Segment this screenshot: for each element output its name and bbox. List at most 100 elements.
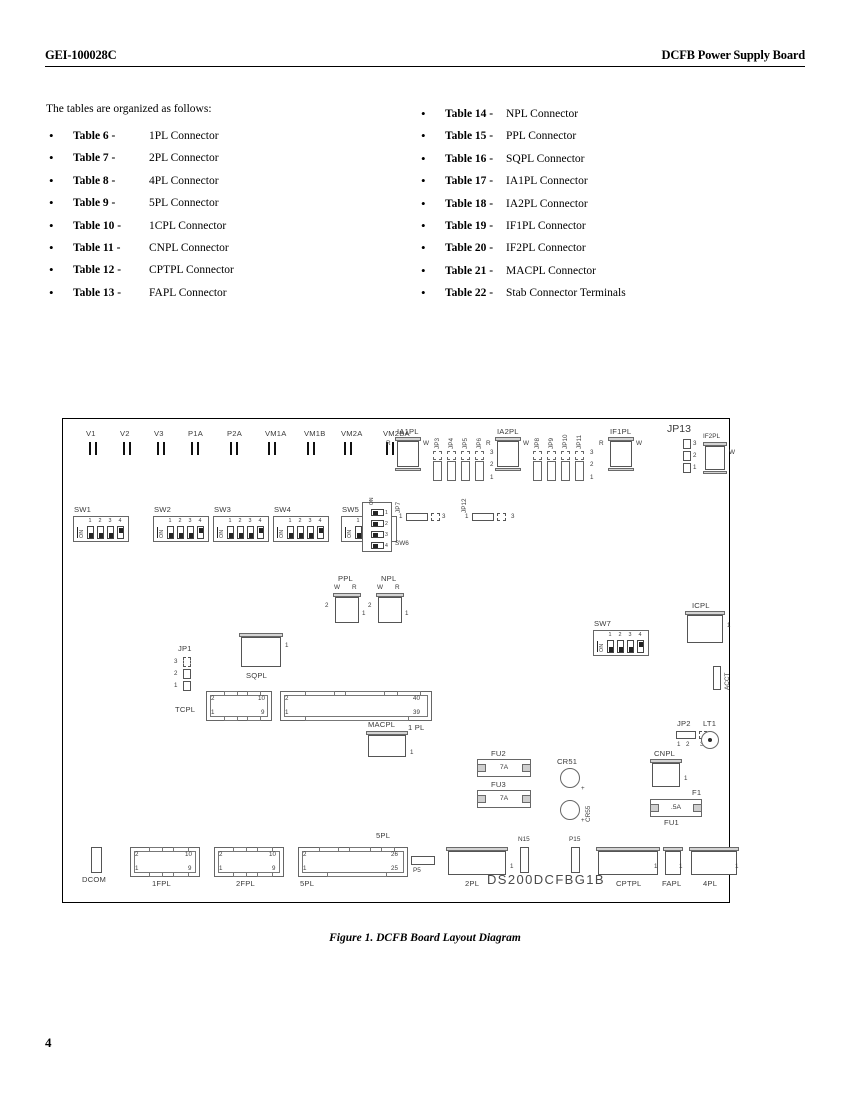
dip-position-number: 3	[308, 518, 312, 524]
test-point-pins	[191, 442, 201, 455]
dip-switch-position[interactable]	[317, 526, 324, 539]
table-number: Table 17 -	[445, 175, 494, 188]
bullet-icon: •	[49, 128, 54, 143]
dip-on-label: ON	[347, 529, 353, 538]
jumper-pad	[547, 451, 556, 460]
bullet-icon: •	[49, 195, 54, 211]
table-number: Table 16 -	[445, 152, 494, 165]
test-point-label: VM2A	[341, 429, 363, 438]
test-point-label: V2	[120, 429, 130, 438]
test-point-pins	[268, 442, 278, 455]
header-divider	[45, 66, 805, 67]
dip-position-number: 3	[188, 518, 192, 524]
table-number: Table 9 -	[73, 197, 116, 210]
dip-position-number: 3	[628, 632, 632, 638]
test-point-label: VM1A	[265, 429, 287, 438]
jumper-pad	[683, 439, 691, 449]
jumper-pin-number: 1	[490, 474, 494, 481]
dip-switch-position[interactable]	[627, 640, 634, 653]
table-number: Table 19 -	[445, 219, 494, 232]
bullet-icon: •	[49, 262, 54, 278]
figure-caption: Figure 1. DCFB Board Layout Diagram	[329, 932, 521, 944]
jumper-pad	[447, 461, 456, 481]
dip-switch-position[interactable]	[371, 520, 384, 527]
dip-switch-package[interactable]: ON1234	[273, 516, 329, 542]
dip-on-label: ON	[599, 643, 605, 652]
dip-switch-position[interactable]	[237, 526, 244, 539]
table-list-left: • Table 6 - 1PL Connector • Table 7 - 2PL Con…	[46, 125, 386, 304]
list-item: • Table 22 - Stab Connector Terminals	[418, 282, 778, 304]
jumper-pad	[475, 461, 484, 481]
dip-on-label: ON	[279, 529, 285, 538]
dip-switch-position[interactable]	[187, 526, 194, 539]
list-item: • Table 13 - FAPL Connector	[46, 282, 386, 304]
jumper-pin-number: 1	[693, 464, 697, 471]
list-item: • Table 12 - CPTPL Connector	[46, 259, 386, 281]
dip-switch-position[interactable]	[371, 542, 384, 549]
jumper-pin-number: 1	[174, 682, 178, 689]
dip-switch-position[interactable]	[107, 526, 114, 539]
dip-switch-position[interactable]	[117, 526, 124, 539]
jumper-label: JP10	[562, 434, 569, 449]
bullet-icon: •	[421, 106, 426, 121]
bullet-icon: •	[421, 240, 426, 256]
dip-switch-package[interactable]: ON1234	[153, 516, 209, 542]
dip-position-number: 2	[98, 518, 102, 524]
dip-switch-position[interactable]	[87, 526, 94, 539]
list-item: • Table 10 - 1CPL Connector	[46, 215, 386, 237]
dip-switch-position[interactable]	[97, 526, 104, 539]
dip-on-label: ON	[219, 529, 225, 538]
dip-switch-package[interactable]: ON1234	[73, 516, 129, 542]
jumper-pin-number: 2	[174, 670, 178, 677]
dip-switch-position[interactable]	[637, 640, 644, 653]
dip-switch-position[interactable]	[607, 640, 614, 653]
dip-switch-position[interactable]	[355, 526, 362, 539]
dip-switch-position[interactable]	[197, 526, 204, 539]
dip-switch-position[interactable]	[371, 509, 384, 516]
dip-switch-position[interactable]	[297, 526, 304, 539]
dip-position-number: 2	[178, 518, 182, 524]
dip-switch-position[interactable]	[617, 640, 624, 653]
list-item: • Table 11 - CNPL Connector	[46, 237, 386, 259]
dip-on-arrow	[77, 527, 79, 538]
table-label: 4PL Connector	[149, 174, 219, 187]
fuse-rating: .5A	[670, 804, 682, 811]
test-point-pins	[157, 442, 167, 455]
jumper-pad	[183, 657, 191, 667]
bullet-icon: •	[49, 217, 54, 233]
dip-position-number: 4	[318, 518, 322, 524]
jumper-pad	[547, 461, 556, 481]
dip-on-label: ON	[369, 497, 375, 506]
jumper-pin-number: 2	[693, 452, 697, 459]
dip-switch-position[interactable]	[287, 526, 294, 539]
list-item: • Table 21 - MACPL Connector	[418, 260, 778, 282]
test-point-pins	[344, 442, 354, 455]
dip-position-number: 4	[198, 518, 202, 524]
jumper-pad	[575, 461, 584, 481]
table-label: CPTPL Connector	[149, 264, 234, 277]
dip-switch-position[interactable]	[307, 526, 314, 539]
dip-switch-package[interactable]: ON1234	[213, 516, 269, 542]
jumper-label: JP5	[462, 437, 469, 449]
document-title: DCFB Power Supply Board	[661, 48, 806, 62]
dip-switch-position[interactable]	[227, 526, 234, 539]
dip-position-number: 1	[288, 518, 292, 524]
dip-on-label: ON	[79, 529, 85, 538]
jumper-pad	[475, 451, 484, 460]
list-item: • Table 8 - 4PL Connector	[46, 170, 386, 192]
dip-switch-position[interactable]	[371, 531, 384, 538]
dip-switch-label: SW4	[274, 505, 292, 514]
dip-position-number: 1	[228, 518, 232, 524]
dip-switch-position[interactable]	[167, 526, 174, 539]
dip-position-number: 3	[108, 518, 112, 524]
bullet-icon: •	[421, 150, 426, 166]
dip-switch-position[interactable]	[257, 526, 264, 539]
dip-switch-position[interactable]	[247, 526, 254, 539]
table-number: Table 18 -	[445, 197, 494, 210]
list-item: • Table 16 - SQPL Connector	[418, 148, 778, 170]
table-label: FAPL Connector	[149, 286, 227, 299]
dip-switch-position[interactable]	[177, 526, 184, 539]
dip-on-arrow	[597, 641, 599, 652]
table-label: PPL Connector	[506, 130, 577, 143]
board-part-number: DS200DCFBG1B	[487, 872, 605, 887]
